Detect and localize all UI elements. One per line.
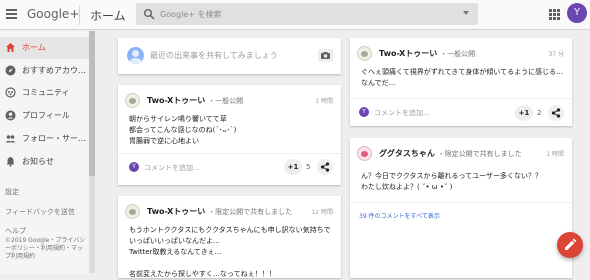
sidebar-item-label: おすすめアカウ…	[22, 66, 86, 75]
search-icon[interactable]	[143, 8, 155, 20]
post-time[interactable]: 12 時間	[311, 207, 333, 216]
sidebar-item-label: コミュニティ	[22, 88, 70, 97]
post-header: Two-Xトゥーい ・限定公開で共有しました 12 時間	[118, 196, 341, 226]
post-card: Two-Xトゥーい ・一般公開 37 分 ぐへぇ頭痛くて視界がずれてきて身体が傾…	[350, 38, 572, 126]
visibility-text: 一般公開	[215, 97, 244, 105]
visibility-text: 一般公開	[447, 50, 476, 58]
plus-one-button[interactable]: +1	[515, 105, 533, 121]
author-avatar[interactable]	[125, 93, 140, 108]
share-button[interactable]	[548, 105, 564, 121]
post-card: Two-Xトゥーい ・限定公開で共有しました 12 時間 もうホントククタスにも…	[118, 196, 341, 278]
page-title: ホーム	[90, 9, 126, 23]
sidebar-item-home[interactable]: ホーム	[0, 37, 89, 59]
help-link[interactable]: ヘルプ	[5, 226, 26, 236]
main-menu-button[interactable]	[2, 4, 22, 24]
post-body: 朝からサイレン鳴り響いてて草 都会ってこんな感じなのね(´･ᴗ･`) 胃腸弱で逆…	[129, 115, 237, 145]
author-avatar[interactable]	[125, 204, 140, 219]
apps-grid-icon[interactable]	[549, 9, 560, 20]
author-name[interactable]: ググタスちゃん	[379, 149, 435, 158]
post-time[interactable]: 37 分	[548, 49, 564, 58]
post-time[interactable]: 1 時間	[546, 149, 564, 158]
post-header: ググタスちゃん ・限定公開で共有しました 1 時間	[350, 138, 572, 168]
post-header: Two-Xトゥーい ・一般公開 37 分	[350, 38, 572, 68]
author-name[interactable]: Two-Xトゥーい	[379, 49, 437, 58]
sidebar-item-label: フォロー・サー…	[22, 134, 86, 143]
legal-links[interactable]: ©2019 Google・プライバシーポリシー・利用規約・マップ利用規約	[5, 237, 87, 261]
comment-avatar: Y	[359, 107, 369, 117]
visibility-text: 限定公開で共有しました	[444, 150, 522, 158]
bell-icon	[6, 157, 15, 167]
pencil-icon	[565, 238, 577, 250]
visibility-text: 限定公開で共有しました	[215, 208, 293, 216]
user-avatar	[127, 47, 144, 64]
share-box[interactable]: 最近の出来事を共有してみましょう	[118, 38, 341, 74]
people-icon	[5, 135, 16, 143]
plus-one-count: 5	[306, 163, 311, 171]
brand-logo[interactable]: Google+	[27, 7, 79, 21]
post-body: もうホントククタスにもククタスちゃんにも申し訳ない気持ちでいっぱいいっぱいなんだ…	[129, 226, 331, 278]
sidebar-item-label: ホーム	[22, 43, 46, 52]
post-header: Two-Xトゥーい ・一般公開 1 時間	[118, 85, 341, 115]
plus-one-count: 2	[537, 109, 542, 117]
comment-avatar: Y	[129, 162, 139, 172]
share-prompt[interactable]: 最近の出来事を共有してみましょう	[150, 50, 278, 61]
share-button[interactable]	[317, 159, 333, 175]
author-name[interactable]: Two-Xトゥーい	[147, 207, 205, 216]
community-icon	[5, 87, 16, 98]
top-app-bar: Google+ ホーム Y	[0, 0, 590, 30]
sidebar-scrollbar-thumb[interactable]	[89, 31, 95, 176]
sidebar-item-notifications[interactable]: お知らせ	[0, 151, 89, 173]
sidebar-item-people[interactable]: フォロー・サー…	[0, 128, 89, 150]
all-comments-link[interactable]: 39 件のコメントをすべて表示	[359, 211, 440, 220]
post-card: Two-Xトゥーい ・一般公開 1 時間 朝からサイレン鳴り響いてて草 都会って…	[118, 85, 341, 185]
divider	[350, 202, 572, 203]
sidebar-item-label: お知らせ	[22, 157, 54, 166]
hamburger-icon	[6, 9, 17, 11]
compass-icon	[5, 65, 16, 76]
profile-icon	[5, 110, 16, 121]
visibility-label: ・一般公開	[440, 50, 476, 58]
search-options-caret-icon[interactable]	[463, 11, 469, 15]
settings-link[interactable]: 設定	[5, 187, 19, 197]
comment-input[interactable]: コメントを追加...	[374, 108, 430, 118]
post-card: ググタスちゃん ・限定公開で共有しました 1 時間 ん？今日でククタスから離れる…	[350, 138, 572, 278]
visibility-label: ・限定公開で共有しました	[437, 150, 522, 158]
search-input[interactable]	[160, 6, 440, 22]
visibility-label: ・限定公開で共有しました	[208, 208, 293, 216]
brand-divider	[79, 5, 80, 25]
account-avatar[interactable]: Y	[567, 3, 587, 23]
author-avatar[interactable]	[357, 46, 372, 61]
author-avatar[interactable]	[357, 146, 372, 161]
home-icon	[6, 43, 15, 52]
post-body: ん？今日でククタスから離れるってユーザー多くない？？ わたし炊ねよよ？( ˘• …	[361, 172, 542, 191]
author-name[interactable]: Two-Xトゥーい	[147, 96, 205, 105]
share-icon	[551, 108, 561, 118]
visibility-label: ・一般公開	[208, 97, 244, 105]
compose-fab[interactable]	[557, 232, 583, 258]
post-time[interactable]: 1 時間	[315, 96, 333, 105]
plus-one-button[interactable]: +1	[284, 159, 302, 175]
divider	[350, 98, 572, 99]
sidebar-item-label: プロフィール	[22, 111, 70, 120]
feedback-link[interactable]: フィードバックを送信	[5, 207, 75, 217]
divider	[118, 153, 341, 154]
sidebar-item-discover[interactable]: おすすめアカウ…	[0, 60, 89, 82]
search-bar[interactable]	[136, 3, 478, 25]
sidebar-item-profile[interactable]: プロフィール	[0, 105, 89, 127]
post-body: ぐへぇ頭痛くて視界がずれてきて身体が傾いてるように感じる…なんでだ…	[361, 68, 564, 87]
share-icon	[320, 162, 330, 172]
sidebar-item-communities[interactable]: コミュニティ	[0, 82, 89, 104]
camera-icon[interactable]	[318, 49, 333, 62]
comment-input[interactable]: コメントを追加...	[144, 163, 200, 173]
